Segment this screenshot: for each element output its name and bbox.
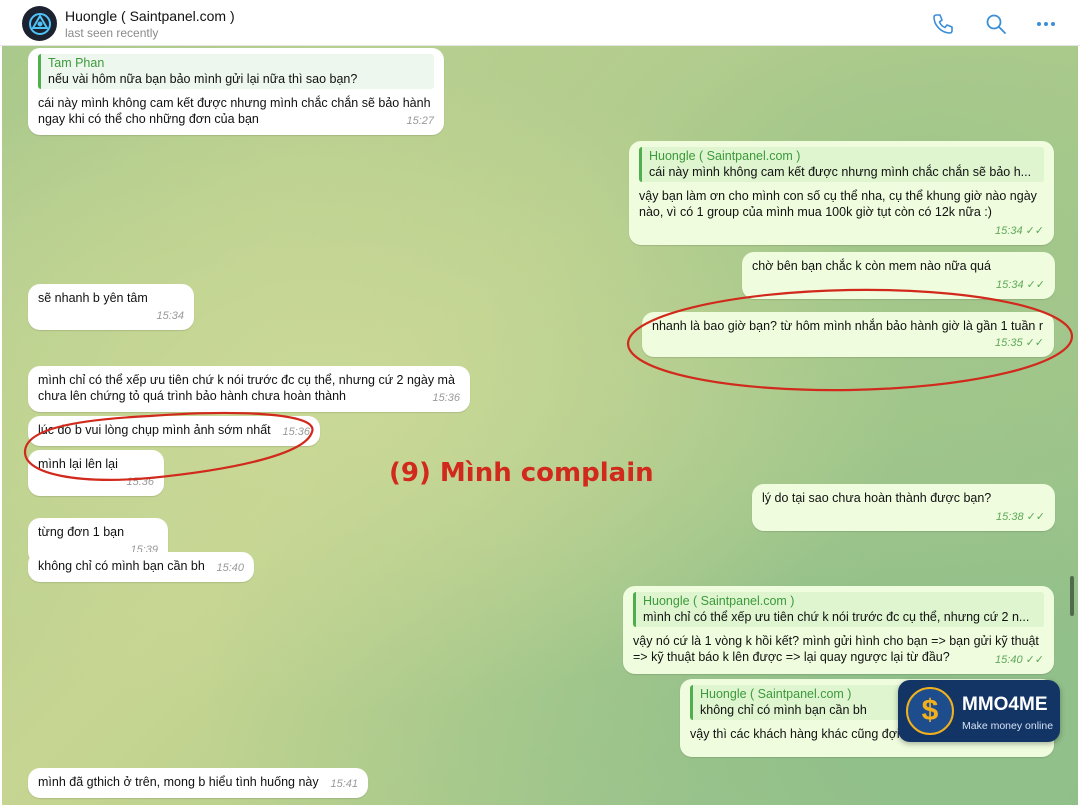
reply-quote[interactable]: Tam Phan nếu vài hôm nữa bạn bảo mình gử…: [38, 54, 434, 89]
message-outgoing[interactable]: chờ bên bạn chắc k còn mem nào nữa quá 1…: [742, 252, 1055, 299]
reply-quote[interactable]: Huongle ( Saintpanel.com ) mình chỉ có t…: [633, 592, 1044, 627]
message-time: 15:34: [996, 279, 1024, 291]
message-time: 15:34: [995, 225, 1023, 237]
message-time: 15:27: [406, 115, 434, 127]
reply-author: Huongle ( Saintpanel.com ): [649, 149, 801, 163]
message-time: 15:36: [126, 476, 154, 488]
overlay-label: (9) Mình complain: [389, 458, 654, 488]
logo-icon: [28, 12, 51, 35]
message-incoming[interactable]: không chỉ có mình bạn cần bh 15:40: [28, 552, 254, 582]
message-time: 15:36: [432, 392, 460, 404]
chat-title[interactable]: Huongle ( Saintpanel.com ): [65, 8, 235, 24]
message-time: 15:34: [156, 310, 184, 322]
message-text: mình chỉ có thể xếp ưu tiên chứ k nói tr…: [38, 373, 455, 403]
message-incoming[interactable]: mình chỉ có thể xếp ưu tiên chứ k nói tr…: [28, 366, 470, 412]
message-incoming[interactable]: mình đã gthich ở trên, mong b hiểu tình …: [28, 768, 368, 798]
message-time: 15:40: [995, 654, 1023, 666]
message-outgoing[interactable]: Huongle ( Saintpanel.com ) mình chỉ có t…: [623, 586, 1054, 674]
reply-quote[interactable]: Huongle ( Saintpanel.com ) cái này mình …: [639, 147, 1044, 182]
reply-text: nếu vài hôm nữa bạn bảo mình gửi lại nữa…: [48, 72, 358, 86]
message-incoming[interactable]: mình lại lên lại 15:36: [28, 450, 164, 496]
read-checks-icon: ✓✓: [1025, 654, 1044, 666]
watermark-logo: $ MMO4ME Make money online: [898, 680, 1060, 742]
message-text: chờ bên bạn chắc k còn mem nào nữa quá: [752, 259, 991, 273]
message-text: sẽ nhanh b yên tâm: [38, 291, 148, 305]
watermark-name: MMO4ME: [962, 694, 1048, 715]
message-outgoing[interactable]: nhanh là bao giờ bạn? từ hôm mình nhắn b…: [642, 312, 1054, 357]
reply-text: cái này mình không cam kết được nhưng mì…: [649, 165, 1032, 179]
message-text: nhanh là bao giờ bạn? từ hôm mình nhắn b…: [652, 319, 1044, 333]
message-time: 15:35: [995, 337, 1023, 349]
message-text: mình lại lên lại: [38, 457, 118, 471]
message-text: lý do tại sao chưa hoàn thành được bạn?: [762, 491, 992, 505]
read-checks-icon: ✓✓: [1026, 279, 1045, 291]
message-time: 15:40: [216, 562, 244, 574]
message-incoming[interactable]: Tam Phan nếu vài hôm nữa bạn bảo mình gử…: [28, 48, 444, 135]
avatar[interactable]: [22, 6, 57, 41]
watermark-tagline: Make money online: [962, 720, 1054, 732]
message-text: mình đã gthich ở trên, mong b hiểu tình …: [38, 775, 319, 789]
chat-header: Huongle ( Saintpanel.com ) last seen rec…: [0, 0, 1080, 46]
message-outgoing[interactable]: lý do tại sao chưa hoàn thành được bạn? …: [752, 484, 1055, 531]
message-outgoing[interactable]: Huongle ( Saintpanel.com ) cái này mình …: [629, 141, 1054, 245]
message-text: cái này mình không cam kết được nhưng mì…: [38, 96, 431, 126]
reply-author: Huongle ( Saintpanel.com ): [643, 594, 795, 608]
reply-text: mình chỉ có thể xếp ưu tiên chứ k nói tr…: [643, 610, 1030, 624]
chat-status: last seen recently: [65, 26, 159, 40]
reply-author: Tam Phan: [48, 56, 105, 70]
phone-icon[interactable]: [931, 12, 955, 36]
message-text: lúc đó b vui lòng chụp mình ảnh sớm nhất: [38, 423, 271, 437]
message-time: 15:36: [282, 426, 310, 438]
search-icon[interactable]: [984, 12, 1008, 36]
message-text: từng đơn 1 bạn: [38, 525, 125, 539]
message-time: 15:41: [330, 778, 358, 790]
message-incoming[interactable]: lúc đó b vui lòng chụp mình ảnh sớm nhất…: [28, 416, 320, 446]
read-checks-icon: ✓✓: [1026, 511, 1045, 523]
message-text: vậy nó cứ là 1 vòng k hồi kết? mình gửi …: [633, 634, 1039, 664]
message-text: vậy bạn làm ơn cho mình con số cụ thể nh…: [639, 189, 1037, 219]
message-text: không chỉ có mình bạn cần bh: [38, 559, 205, 573]
read-checks-icon: ✓✓: [1025, 337, 1044, 349]
message-time: 15:38: [996, 511, 1024, 523]
chat-scrollbar[interactable]: [1070, 576, 1074, 616]
more-icon[interactable]: [1034, 12, 1058, 36]
message-incoming[interactable]: sẽ nhanh b yên tâm 15:34: [28, 284, 194, 330]
dollar-icon: $: [906, 687, 954, 735]
read-checks-icon: ✓✓: [1025, 225, 1044, 237]
